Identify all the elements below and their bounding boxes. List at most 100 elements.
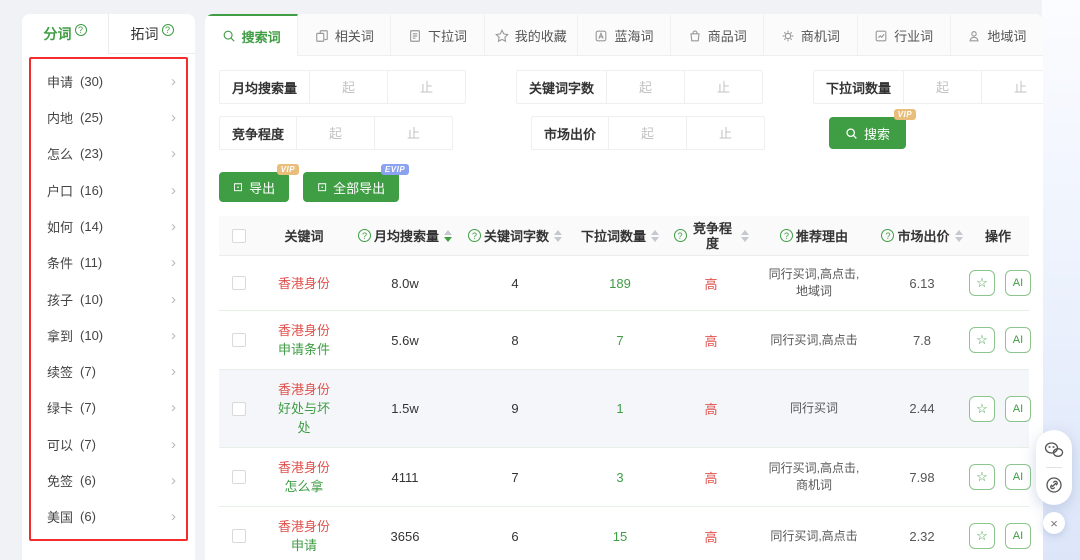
select-all-checkbox[interactable] <box>232 229 246 243</box>
ai-button[interactable]: AI <box>1005 396 1031 422</box>
row-checkbox[interactable] <box>232 402 246 416</box>
keyword-cell[interactable]: 香港身份怎么拿 <box>276 458 332 496</box>
sidebar-word-item[interactable]: 内地 (25) › <box>31 99 186 135</box>
favorite-button[interactable]: ☆ <box>969 523 995 549</box>
ai-button[interactable]: AI <box>1005 270 1031 296</box>
help-icon[interactable]: ? <box>881 229 894 242</box>
price-from-input[interactable] <box>608 117 686 149</box>
tab-blue-ocean-words[interactable]: 蓝海词 <box>578 14 671 56</box>
row-checkbox[interactable] <box>232 276 246 290</box>
tab-region-words[interactable]: 地域词 <box>951 14 1043 56</box>
sort-price[interactable] <box>955 230 963 242</box>
tab-my-favorites[interactable]: 我的收藏 <box>485 14 578 56</box>
sidebar-word-list-highlight-box: 申请 (30) › 内地 (25) › 怎么 (23) › 户口 (16) › … <box>29 57 188 541</box>
sidebar-tab-segment-words[interactable]: 分词 ? <box>22 14 108 54</box>
tab-opportunity-words[interactable]: 商机词 <box>764 14 857 56</box>
price-to-input[interactable] <box>686 117 764 149</box>
sidebar-tab-label: 拓词 <box>131 24 159 44</box>
keyword-segment: 香港身份 <box>278 519 330 534</box>
help-icon[interactable]: ? <box>674 229 687 242</box>
dropdown-from-input[interactable] <box>903 71 981 103</box>
row-checkbox[interactable] <box>232 333 246 347</box>
keyword-cell[interactable]: 香港身份申请 <box>276 517 332 555</box>
help-icon[interactable]: ? <box>780 229 793 242</box>
row-checkbox[interactable] <box>232 529 246 543</box>
tab-label: 蓝海词 <box>614 26 653 45</box>
volume-from-input[interactable] <box>309 71 387 103</box>
dropdown-to-input[interactable] <box>981 71 1043 103</box>
dropdown-count-cell: 189 <box>609 276 631 291</box>
sidebar-word-item[interactable]: 绿卡 (7) › <box>31 390 186 426</box>
chevron-right-icon: › <box>171 509 176 524</box>
close-widget-button[interactable]: × <box>1043 512 1065 534</box>
export-button[interactable]: ⊡ 导出 VIP <box>219 172 289 202</box>
sidebar-word-count: (7) <box>80 437 96 452</box>
chevron-right-icon: › <box>171 364 176 379</box>
filter-label: 关键词字数 <box>517 71 606 103</box>
export-button-label: 导出 <box>249 178 275 197</box>
sidebar-word-count: (10) <box>80 328 103 343</box>
word-count-from-input[interactable] <box>606 71 684 103</box>
export-all-button[interactable]: ⊡ 全部导出 EVIP <box>303 172 399 202</box>
filter-group-competition: 竞争程度 <box>219 116 453 150</box>
keyword-cell[interactable]: 香港身份好处与坏处 <box>276 380 332 437</box>
sidebar-word-item[interactable]: 户口 (16) › <box>31 172 186 208</box>
ai-button[interactable]: AI <box>1005 327 1031 353</box>
sort-dropdown[interactable] <box>651 230 659 242</box>
search-button[interactable]: 搜索 VIP <box>829 117 906 149</box>
sidebar-word-item[interactable]: 美国 (6) › <box>31 499 186 535</box>
sidebar-word-count: (7) <box>80 364 96 379</box>
sidebar-tab-expand-words[interactable]: 拓词 ? <box>108 14 195 54</box>
keyword-segment: 香港身份 <box>278 276 330 291</box>
favorite-button[interactable]: ☆ <box>969 327 995 353</box>
sort-volume[interactable] <box>444 230 452 242</box>
reason-cell: 同行买词,高点击 <box>770 528 857 545</box>
competition-to-input[interactable] <box>374 117 452 149</box>
sidebar-word-item[interactable]: 申请 (30) › <box>31 63 186 99</box>
sidebar-word-item[interactable]: 如何 (14) › <box>31 208 186 244</box>
sidebar-word-item[interactable]: 免签 (6) › <box>31 462 186 498</box>
volume-to-input[interactable] <box>387 71 465 103</box>
keyword-cell[interactable]: 香港身份申请条件 <box>276 321 332 359</box>
help-icon[interactable]: ? <box>468 229 481 242</box>
sidebar-word-label: 申请 <box>47 72 73 91</box>
competition-from-input[interactable] <box>296 117 374 149</box>
favorite-button[interactable]: ☆ <box>969 270 995 296</box>
filter-group-volume: 月均搜索量 <box>219 70 466 104</box>
wechat-icon[interactable] <box>1043 440 1065 460</box>
help-icon[interactable]: ? <box>75 24 87 36</box>
filter-group-word-count: 关键词字数 <box>516 70 763 104</box>
sort-word-count[interactable] <box>554 230 562 242</box>
ai-button[interactable]: AI <box>1005 523 1031 549</box>
favorite-button[interactable]: ☆ <box>969 464 995 490</box>
tab-search-words[interactable]: 搜索词 <box>205 14 298 56</box>
sidebar-word-item[interactable]: 可以 (7) › <box>31 426 186 462</box>
tab-industry-words[interactable]: 行业词 <box>858 14 951 56</box>
sidebar-word-item[interactable]: 拿到 (10) › <box>31 317 186 353</box>
chevron-right-icon: › <box>171 110 176 125</box>
tab-related-words[interactable]: 相关词 <box>298 14 391 56</box>
chevron-right-icon: › <box>171 473 176 488</box>
chevron-right-icon: › <box>171 146 176 161</box>
sidebar-word-count: (30) <box>80 74 103 89</box>
tab-product-words[interactable]: 商品词 <box>671 14 764 56</box>
search-button-label: 搜索 <box>864 124 890 143</box>
competition-cell: 高 <box>704 468 717 487</box>
volume-cell: 1.5w <box>391 401 418 416</box>
link-icon[interactable] <box>1044 475 1064 495</box>
sort-competition[interactable] <box>741 230 749 242</box>
tab-dropdown-words[interactable]: 下拉词 <box>391 14 484 56</box>
sidebar-word-item[interactable]: 怎么 (23) › <box>31 136 186 172</box>
sidebar-word-item[interactable]: 孩子 (10) › <box>31 281 186 317</box>
ai-button[interactable]: AI <box>1005 464 1031 490</box>
sidebar-word-label: 户口 <box>47 181 73 200</box>
keyword-cell[interactable]: 香港身份 <box>276 274 332 293</box>
help-icon[interactable]: ? <box>358 229 371 242</box>
help-icon[interactable]: ? <box>162 24 174 36</box>
word-count-to-input[interactable] <box>684 71 762 103</box>
sidebar-word-item[interactable]: 条件 (11) › <box>31 245 186 281</box>
main-panel: 搜索词 相关词 下拉词 我的收藏 蓝海词 商品词 商机词 行业词 <box>205 14 1043 560</box>
sidebar-word-item[interactable]: 续签 (7) › <box>31 354 186 390</box>
favorite-button[interactable]: ☆ <box>969 396 995 422</box>
row-checkbox[interactable] <box>232 470 246 484</box>
